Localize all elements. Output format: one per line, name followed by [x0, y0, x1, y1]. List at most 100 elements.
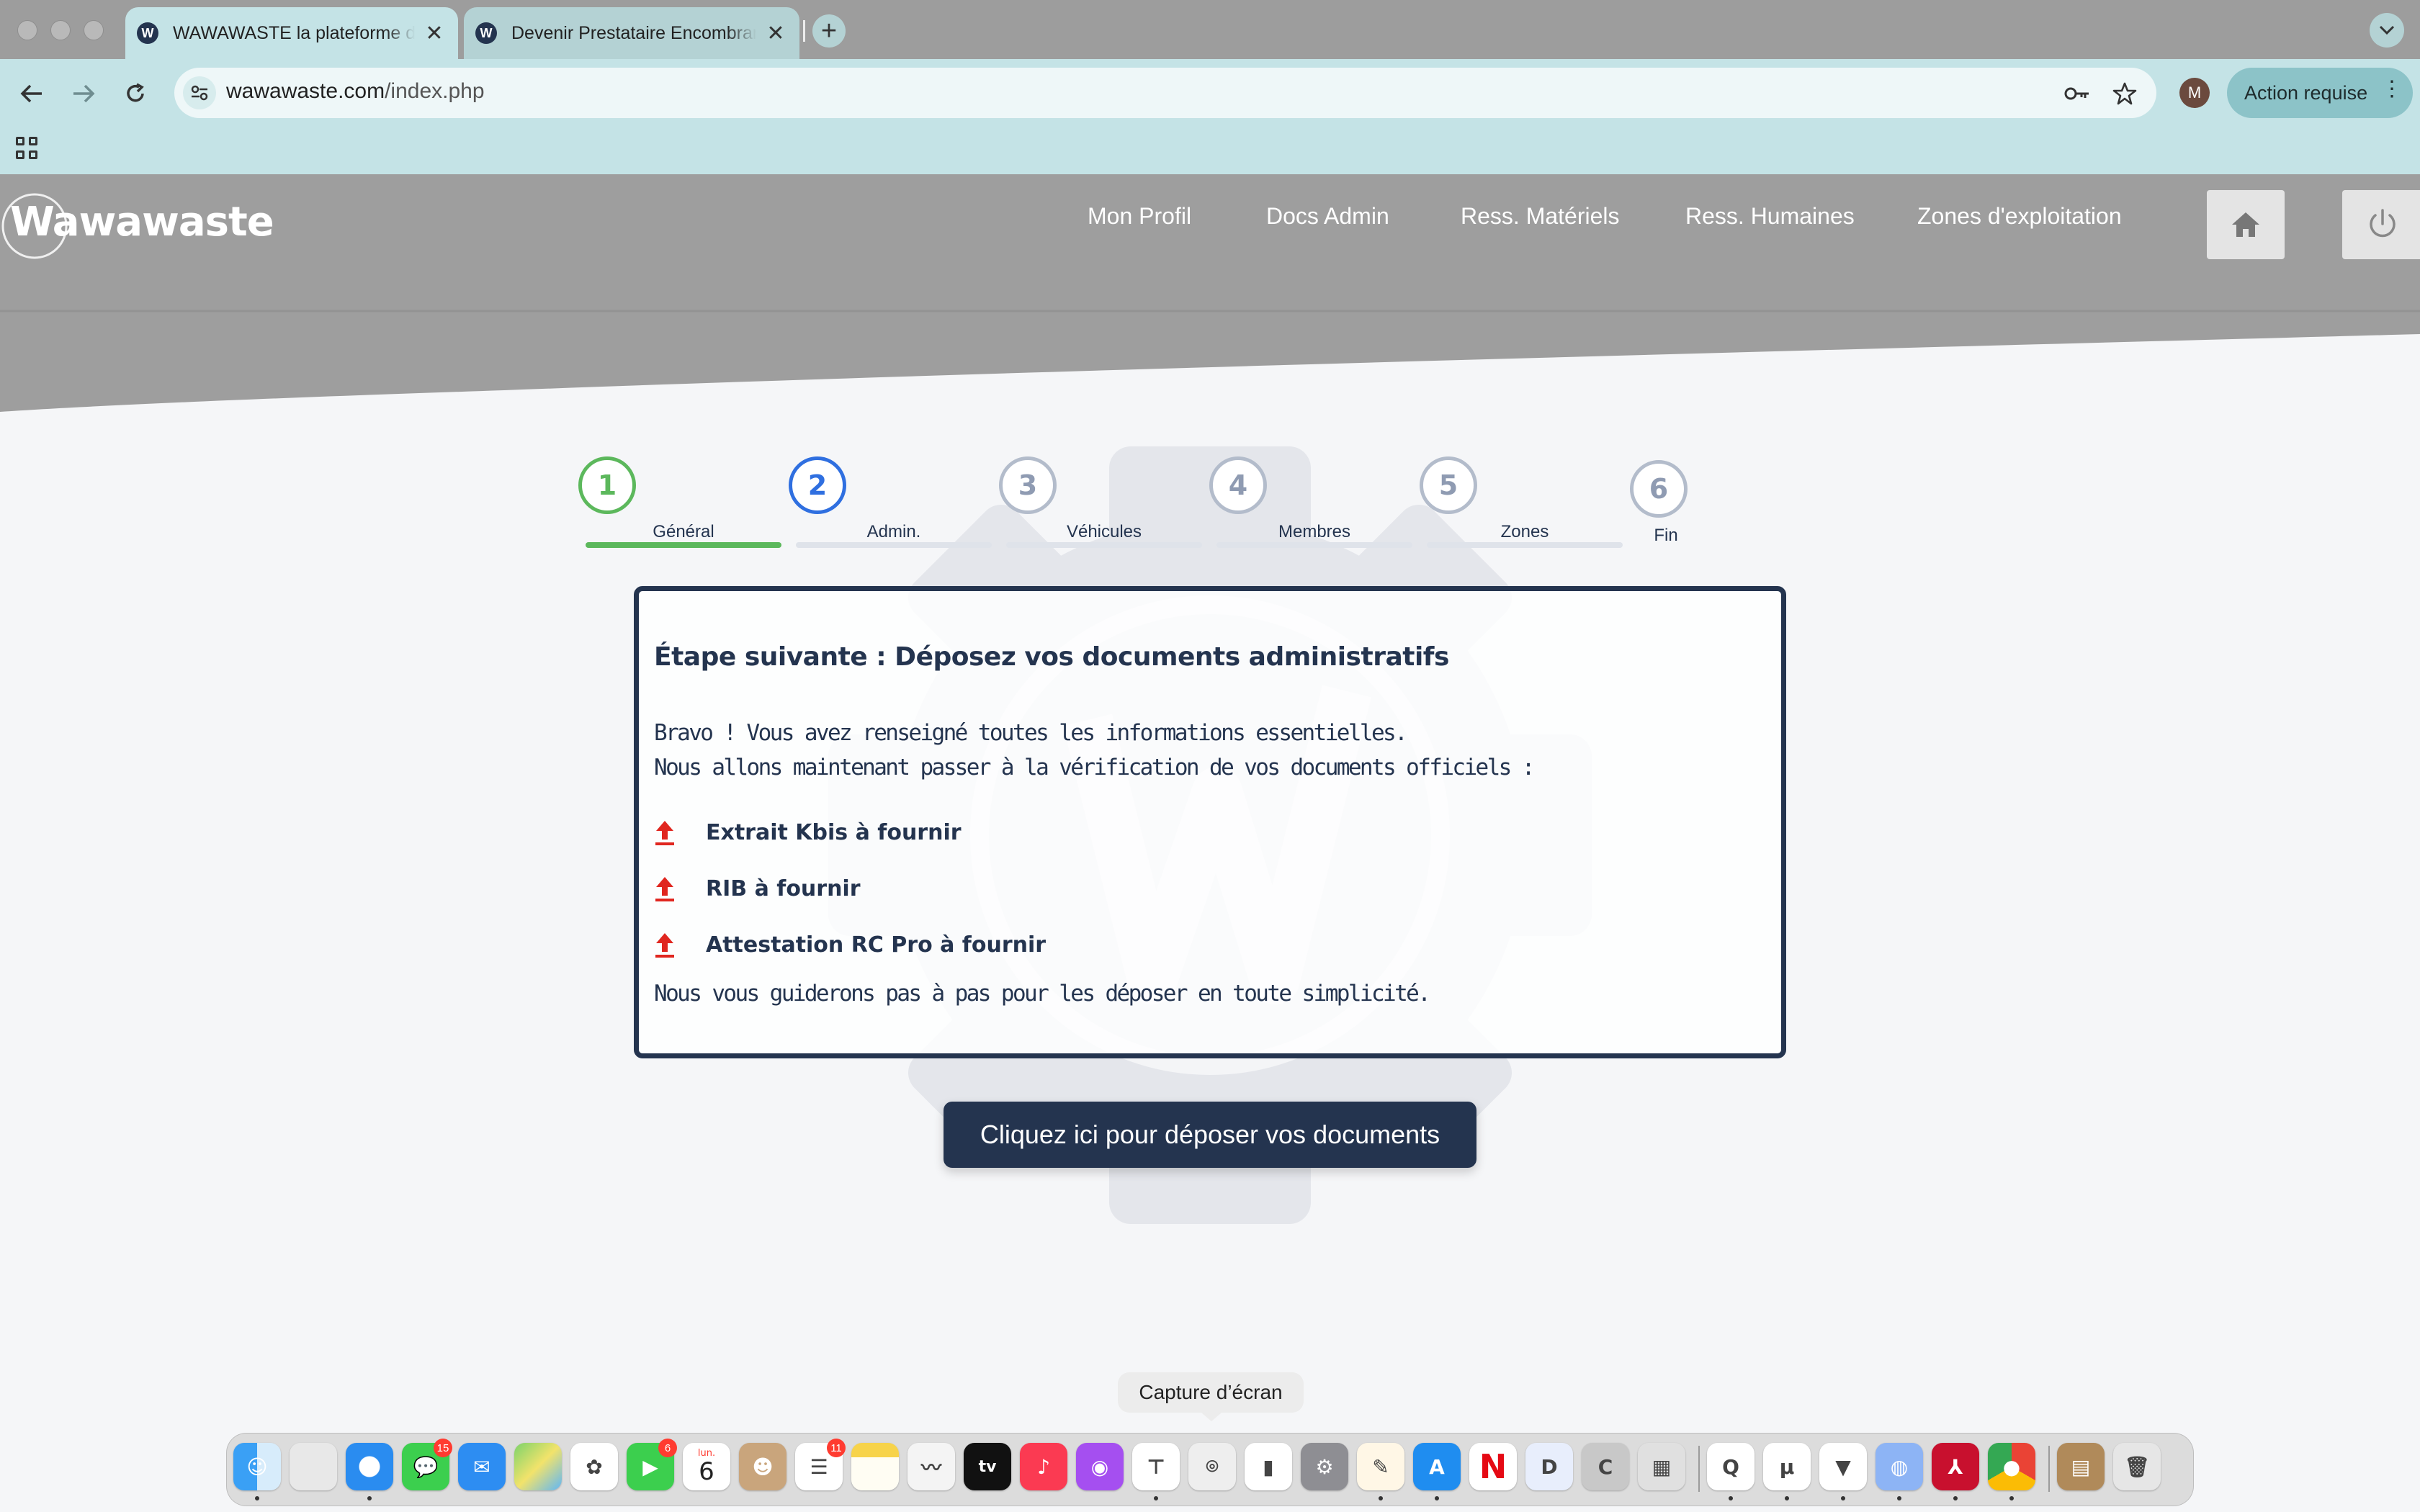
keynote-icon[interactable]: ⊤ — [1132, 1443, 1180, 1490]
dock-separator — [2048, 1446, 2050, 1492]
reload-button[interactable] — [120, 78, 151, 109]
dock-tooltip: Capture d’écran — [1118, 1372, 1304, 1421]
reload-icon — [127, 83, 144, 102]
dock-separator — [1698, 1446, 1700, 1492]
running-indicator — [1379, 1496, 1383, 1500]
notification-badge: 11 — [827, 1439, 846, 1457]
document-item-kbis: Extrait Kbis à fournir — [654, 814, 962, 850]
arrow-left-icon — [20, 84, 42, 103]
bookmark-button[interactable] — [2109, 78, 2141, 109]
notification-badge: 15 — [434, 1439, 452, 1457]
tab-search-button[interactable] — [2370, 13, 2404, 48]
apps-grid-icon[interactable] — [16, 137, 39, 160]
step-1-circle: 1 — [578, 456, 636, 514]
step-6-circle: 6 — [1630, 460, 1688, 518]
tab-title: WAWAWASTE la plateforme des encombrants — [173, 22, 415, 43]
netflix-icon[interactable]: N — [1469, 1443, 1517, 1490]
upload-icon — [655, 821, 674, 845]
step-4-label: Membres — [1278, 522, 1351, 541]
photos-icon[interactable]: ✿ — [570, 1443, 618, 1490]
step-2-circle: 2 — [789, 456, 846, 514]
calculator-icon[interactable]: ▦ — [1638, 1443, 1685, 1490]
step-3-circle: 3 — [999, 456, 1057, 514]
card-outro: Nous vous guiderons pas à pas pour les d… — [654, 981, 1431, 1007]
running-indicator — [1154, 1496, 1158, 1500]
running-indicator — [367, 1496, 372, 1500]
step-5-circle: 5 — [1420, 456, 1477, 514]
freeform-icon[interactable]: 〰 — [908, 1443, 955, 1490]
new-tab-button[interactable]: + — [812, 14, 846, 48]
step-4-progress-bar — [1216, 542, 1412, 548]
tab-wawawaste[interactable]: W WAWAWASTE la plateforme des encombrant… — [125, 7, 458, 59]
screenshot-icon[interactable]: ⌾ — [1188, 1443, 1236, 1490]
step-4-circle: 4 — [1209, 456, 1267, 514]
chrome-icon[interactable]: ● — [1988, 1443, 2035, 1490]
downloads-stack-icon[interactable]: ▤ — [2057, 1443, 2105, 1490]
card-intro-line-2: Nous allons maintenant passer à la vérif… — [654, 755, 1535, 780]
running-indicator — [1953, 1496, 1958, 1500]
tab-separator — [803, 20, 805, 42]
finder-icon[interactable]: ☺ — [233, 1443, 281, 1490]
action-required-button[interactable]: Action requise ⋮ — [2227, 68, 2413, 118]
nav-ress-materiels[interactable]: Ress. Matériels — [1461, 203, 1620, 230]
minimize-window-button[interactable] — [50, 20, 71, 40]
c-app-icon[interactable]: C — [1582, 1443, 1629, 1490]
nav-ress-humaines[interactable]: Ress. Humaines — [1685, 203, 1855, 230]
numbers-icon[interactable]: ▮ — [1245, 1443, 1292, 1490]
close-icon[interactable]: ✕ — [422, 21, 447, 45]
power-icon — [2370, 209, 2396, 238]
tab-title: Devenir Prestataire Encombrants — [511, 22, 756, 43]
disney-plus-icon[interactable]: D — [1525, 1443, 1573, 1490]
contacts-icon[interactable]: ☻ — [739, 1443, 786, 1490]
maps-icon[interactable] — [514, 1443, 562, 1490]
brave-icon[interactable]: ▼ — [1819, 1443, 1867, 1490]
zoom-window-button[interactable] — [84, 20, 104, 40]
profile-avatar[interactable]: M — [2179, 78, 2210, 108]
document-item-rc-pro: Attestation RC Pro à fournir — [654, 927, 1046, 963]
pages-icon[interactable]: ✎ — [1357, 1443, 1404, 1490]
wawawaste-logo[interactable]: Wawawaste — [0, 192, 274, 261]
trash-icon[interactable]: 🗑 — [2113, 1443, 2161, 1490]
password-key-button[interactable] — [2061, 78, 2093, 109]
utorrent-icon[interactable]: µ — [1763, 1443, 1811, 1490]
running-indicator — [1841, 1496, 1845, 1500]
launchpad-icon[interactable] — [290, 1443, 337, 1490]
notification-badge: 6 — [658, 1439, 677, 1457]
notes-icon[interactable] — [851, 1443, 899, 1490]
running-indicator — [1897, 1496, 1901, 1500]
close-window-button[interactable] — [17, 20, 37, 40]
home-button[interactable] — [2207, 190, 2285, 259]
upload-icon — [655, 933, 674, 958]
disk-utility-icon[interactable]: ◍ — [1876, 1443, 1923, 1490]
nav-docs-admin[interactable]: Docs Admin — [1266, 203, 1389, 230]
nav-zones-exploitation[interactable]: Zones d'exploitation — [1917, 203, 2122, 230]
app-store-icon[interactable]: A — [1413, 1443, 1461, 1490]
step-3-progress-bar — [1006, 542, 1202, 548]
card-intro-line-1: Bravo ! Vous avez renseigné toutes les i… — [654, 720, 1408, 746]
calendar-icon[interactable]: lun. 6 — [683, 1443, 730, 1490]
forward-button[interactable] — [68, 78, 99, 109]
apple-tv-icon[interactable]: tv — [964, 1443, 1011, 1490]
back-button[interactable] — [16, 78, 48, 109]
upload-documents-button[interactable]: Cliquez ici pour déposer vos documents — [944, 1102, 1476, 1168]
mail-icon[interactable]: ✉ — [458, 1443, 506, 1490]
running-indicator — [255, 1496, 259, 1500]
logout-button[interactable] — [2342, 190, 2420, 259]
step-2-progress-bar — [796, 542, 992, 548]
step-1-label: Général — [653, 522, 714, 541]
music-icon[interactable]: ♪ — [1020, 1443, 1067, 1490]
nav-mon-profil[interactable]: Mon Profil — [1088, 203, 1191, 230]
tab-devenir-prestataire[interactable]: W Devenir Prestataire Encombrants ✕ — [464, 7, 799, 59]
action-required-label: Action requise — [2244, 81, 2368, 104]
tune-icon — [191, 85, 208, 101]
system-settings-icon[interactable]: ⚙ — [1301, 1443, 1348, 1490]
close-icon[interactable]: ✕ — [763, 21, 788, 45]
chevron-down-icon — [2379, 25, 2395, 35]
site-info-button[interactable] — [183, 76, 216, 109]
quicktime-icon[interactable]: Q — [1707, 1443, 1754, 1490]
url-text[interactable]: wawawaste.com/index.php — [226, 79, 485, 104]
running-indicator — [1435, 1496, 1439, 1500]
acrobat-icon[interactable]: ⅄ — [1932, 1443, 1979, 1490]
safari-icon[interactable]: ➤ — [346, 1443, 393, 1490]
podcasts-icon[interactable]: ◉ — [1076, 1443, 1124, 1490]
